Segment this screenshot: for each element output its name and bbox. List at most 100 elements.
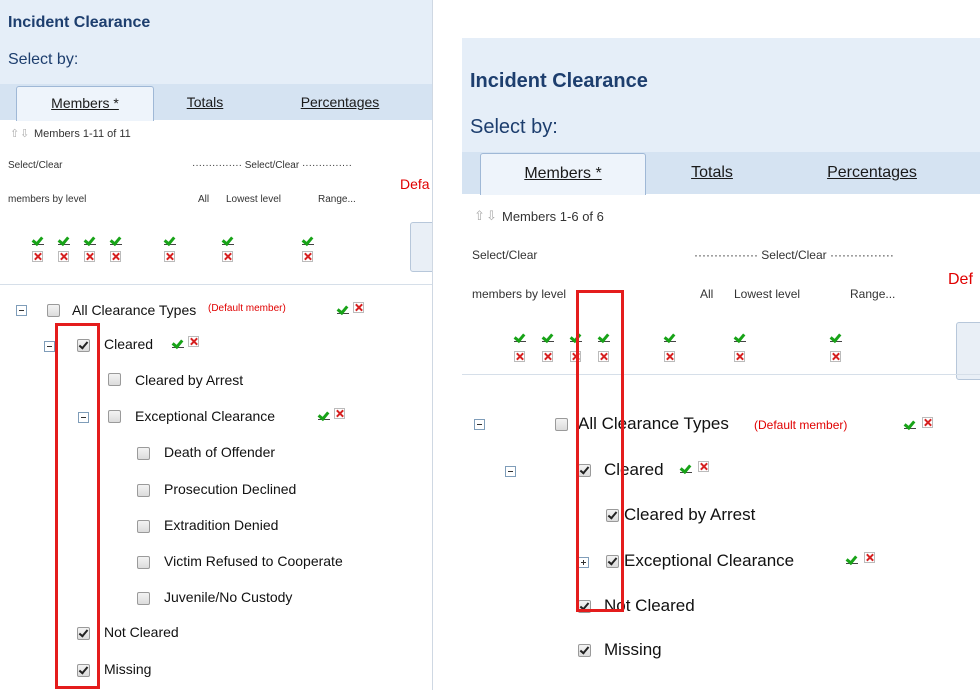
- clear-level-2-icon[interactable]: [542, 351, 553, 362]
- highlight-box: [576, 290, 624, 612]
- clear-range-icon[interactable]: [302, 251, 313, 262]
- tree-item-juvenile-no-custody[interactable]: Juvenile/No Custody: [164, 589, 292, 605]
- default-member-tag: (Default member): [754, 418, 848, 432]
- select-clear-label: Select/Clear: [472, 248, 538, 262]
- down-arrow-icon[interactable]: ⇩: [20, 127, 29, 140]
- tree-item-death-of-offender[interactable]: Death of Offender: [164, 444, 275, 460]
- default-label-fragment: Def: [948, 271, 973, 288]
- collapse-toggle-icon[interactable]: [505, 466, 516, 477]
- clear-children-icon[interactable]: [922, 417, 933, 428]
- left-screenshot-panel: Incident Clearance Select by: Members * …: [0, 0, 432, 690]
- tree-item-cleared[interactable]: Cleared: [104, 336, 153, 352]
- tree-checkbox[interactable]: [137, 447, 150, 460]
- select-by-label: Select by:: [8, 51, 79, 68]
- col-range-label: Range...: [318, 194, 356, 205]
- clear-all-icon[interactable]: [164, 251, 175, 262]
- default-label-fragment: Defa: [400, 176, 430, 192]
- clear-children-icon[interactable]: [334, 408, 345, 419]
- select-range-icon[interactable]: [830, 332, 842, 342]
- collapse-toggle-icon[interactable]: [44, 341, 55, 352]
- clear-children-icon[interactable]: [864, 552, 875, 563]
- clear-level-2-icon[interactable]: [58, 251, 69, 262]
- side-button-fragment[interactable]: [956, 322, 980, 380]
- tree-item-cleared-by-arrest[interactable]: Cleared by Arrest: [135, 372, 243, 388]
- members-count: Members 1-6 of 6: [502, 209, 604, 224]
- tab-totals[interactable]: Totals: [672, 153, 752, 194]
- divider: [0, 284, 432, 285]
- tree-item-prosecution-declined[interactable]: Prosecution Declined: [164, 481, 296, 497]
- tree-item-not-cleared[interactable]: Not Cleared: [104, 624, 179, 640]
- tree-checkbox[interactable]: [108, 373, 121, 386]
- tree-item-victim-refused-to-cooperate[interactable]: Victim Refused to Cooperate: [164, 553, 343, 569]
- select-level-4-icon[interactable]: [110, 235, 122, 245]
- clear-children-icon[interactable]: [698, 461, 709, 472]
- select-all-icon[interactable]: [164, 235, 176, 245]
- panel-separator: [432, 0, 433, 690]
- select-level-2-icon[interactable]: [58, 235, 70, 245]
- tab-members[interactable]: Members *: [480, 153, 646, 195]
- tree-checkbox[interactable]: [137, 556, 150, 569]
- clear-lowest-level-icon[interactable]: [734, 351, 745, 362]
- clear-all-icon[interactable]: [664, 351, 675, 362]
- tab-percentages[interactable]: Percentages: [280, 86, 400, 120]
- col-all-label: All: [700, 287, 714, 301]
- tree-checkbox[interactable]: [555, 418, 568, 431]
- select-children-icon[interactable]: [337, 304, 349, 314]
- select-lowest-level-icon[interactable]: [734, 332, 746, 342]
- clear-level-3-icon[interactable]: [84, 251, 95, 262]
- members-by-level-label: members by level: [472, 287, 567, 301]
- down-arrow-icon[interactable]: ⇩: [486, 208, 497, 224]
- clear-level-1-icon[interactable]: [514, 351, 525, 362]
- collapse-toggle-icon[interactable]: [474, 419, 485, 430]
- tab-percentages[interactable]: Percentages: [802, 153, 942, 194]
- tree-checkbox[interactable]: [578, 644, 591, 657]
- col-lowest-label: Lowest level: [734, 287, 801, 301]
- clear-children-icon[interactable]: [188, 336, 199, 347]
- tree-checkbox[interactable]: [47, 304, 60, 317]
- col-all-label: All: [198, 194, 210, 205]
- tab-totals[interactable]: Totals: [170, 86, 240, 120]
- select-by-label: Select by:: [470, 116, 558, 138]
- select-all-icon[interactable]: [664, 332, 676, 342]
- select-clear-label: Select/Clear: [8, 160, 63, 171]
- tree-item-cleared-by-arrest[interactable]: Cleared by Arrest: [624, 505, 755, 525]
- clear-level-1-icon[interactable]: [32, 251, 43, 262]
- members-by-level-label: members by level: [8, 194, 87, 205]
- clear-level-4-icon[interactable]: [110, 251, 121, 262]
- select-children-icon[interactable]: [846, 554, 858, 564]
- up-arrow-icon[interactable]: ⇧: [474, 208, 485, 224]
- tree-item-extradition-denied[interactable]: Extradition Denied: [164, 517, 278, 533]
- select-clear-group-label: ··············· Select/Clear ···········…: [192, 160, 352, 171]
- select-children-icon[interactable]: [172, 338, 184, 348]
- tree-item-all-clearance-types[interactable]: All Clearance Types: [72, 302, 196, 318]
- select-lowest-level-icon[interactable]: [222, 235, 234, 245]
- tree-checkbox[interactable]: [137, 592, 150, 605]
- tree-checkbox[interactable]: [137, 520, 150, 533]
- select-level-2-icon[interactable]: [542, 332, 554, 342]
- select-level-1-icon[interactable]: [32, 235, 44, 245]
- select-level-1-icon[interactable]: [514, 332, 526, 342]
- right-screenshot-panel: Incident Clearance Select by: Members * …: [462, 38, 980, 690]
- select-children-icon[interactable]: [904, 419, 916, 429]
- col-lowest-label: Lowest level: [226, 194, 282, 205]
- tree-item-exceptional-clearance[interactable]: Exceptional Clearance: [135, 408, 275, 424]
- tree-item-missing[interactable]: Missing: [604, 640, 662, 660]
- side-button-fragment[interactable]: [410, 222, 432, 272]
- select-children-icon[interactable]: [318, 410, 330, 420]
- tab-members[interactable]: Members *: [16, 86, 154, 121]
- collapse-toggle-icon[interactable]: [16, 305, 27, 316]
- select-level-3-icon[interactable]: [84, 235, 96, 245]
- page-title: Incident Clearance: [470, 70, 648, 92]
- tree-item-exceptional-clearance[interactable]: Exceptional Clearance: [624, 551, 794, 571]
- clear-range-icon[interactable]: [830, 351, 841, 362]
- tree-item-missing[interactable]: Missing: [104, 661, 151, 677]
- up-arrow-icon[interactable]: ⇧: [10, 127, 19, 140]
- tree-checkbox[interactable]: [108, 410, 121, 423]
- select-children-icon[interactable]: [680, 463, 692, 473]
- select-range-icon[interactable]: [302, 235, 314, 245]
- tree-checkbox[interactable]: [137, 484, 150, 497]
- clear-lowest-level-icon[interactable]: [222, 251, 233, 262]
- clear-children-icon[interactable]: [353, 302, 364, 313]
- col-range-label: Range...: [850, 287, 896, 301]
- default-member-tag: (Default member): [208, 303, 286, 314]
